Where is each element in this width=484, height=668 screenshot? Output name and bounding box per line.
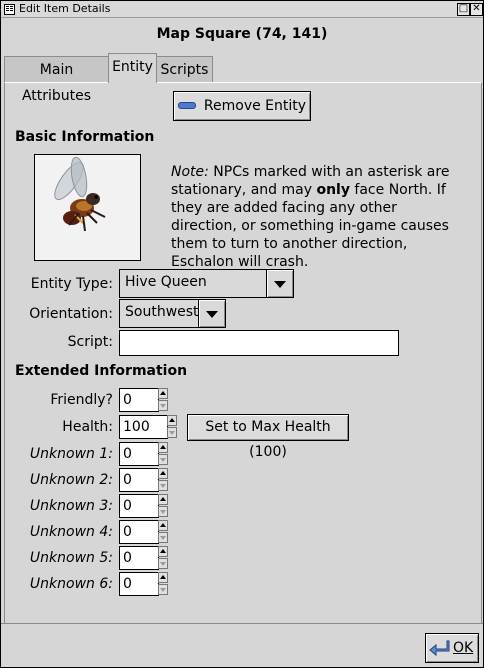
chevron-down-icon[interactable]	[266, 270, 293, 297]
set-max-health-button[interactable]: Set to Max Health (100)	[187, 414, 349, 460]
increment-icon[interactable]	[158, 520, 168, 531]
increment-icon[interactable]	[158, 442, 168, 453]
entity-portrait	[34, 154, 141, 261]
button-bar	[1, 623, 483, 668]
unknown-2-stepper[interactable]: 0	[119, 468, 168, 492]
entity-type-label: Entity Type:	[30, 276, 113, 292]
unknown-2-label: Unknown 2:	[29, 472, 113, 488]
increment-icon[interactable]	[158, 546, 168, 557]
hive-queen-sprite	[54, 156, 106, 232]
orientation-value: Southwest	[125, 304, 199, 320]
friendly-field[interactable]: 0	[119, 388, 159, 412]
unknown-1-field[interactable]: 0	[119, 442, 159, 466]
script-label: Script:	[67, 334, 113, 350]
increment-icon[interactable]	[158, 388, 168, 399]
chevron-down-icon[interactable]	[198, 300, 225, 327]
decrement-icon[interactable]	[158, 400, 168, 411]
minimize-icon[interactable]: □	[457, 3, 470, 16]
entity-type-value: Hive Queen	[125, 274, 207, 290]
increment-icon[interactable]	[167, 415, 177, 426]
remove-entity-button[interactable]: Remove Entity	[173, 91, 311, 121]
stepper-arrows	[158, 442, 169, 466]
stepper-arrows	[158, 468, 169, 492]
window-title: Edit Item Details	[19, 2, 111, 15]
note-bold: only	[316, 182, 350, 198]
unknown-1-stepper[interactable]: 0	[119, 442, 168, 466]
title-bar: Edit Item Details □ ✕	[1, 1, 483, 18]
tab-scripts[interactable]: Scripts	[156, 56, 213, 83]
decrement-icon[interactable]	[158, 558, 168, 569]
health-label: Health:	[62, 419, 113, 435]
entity-type-select[interactable]: Hive Queen	[119, 269, 294, 298]
stepper-arrows	[158, 494, 169, 518]
stepper-arrows	[158, 572, 169, 596]
friendly-stepper[interactable]: 0	[119, 388, 168, 412]
stepper-arrows	[167, 415, 178, 439]
orientation-select[interactable]: Southwest	[119, 299, 226, 328]
orientation-label: Orientation:	[29, 306, 113, 322]
increment-icon[interactable]	[158, 572, 168, 583]
decrement-icon[interactable]	[167, 427, 177, 438]
unknown-5-stepper[interactable]: 0	[119, 546, 168, 570]
unknown-3-field[interactable]: 0	[119, 494, 159, 518]
unknown-2-field[interactable]: 0	[119, 468, 159, 492]
decrement-icon[interactable]	[158, 532, 168, 543]
unknown-6-label: Unknown 6:	[29, 576, 113, 592]
minus-icon	[177, 101, 196, 109]
remove-entity-label: Remove Entity	[203, 98, 307, 114]
unknown-5-field[interactable]: 0	[119, 546, 159, 570]
decrement-icon[interactable]	[158, 480, 168, 491]
app-menu-icon[interactable]	[4, 4, 15, 15]
ok-button[interactable]: OK	[425, 633, 479, 663]
script-input[interactable]	[119, 330, 399, 356]
unknown-5-label: Unknown 5:	[29, 550, 113, 566]
decrement-icon[interactable]	[158, 454, 168, 465]
unknown-3-stepper[interactable]: 0	[119, 494, 168, 518]
tab-entity[interactable]: Entity	[108, 53, 157, 83]
close-icon[interactable]: ✕	[470, 3, 483, 16]
page-title: Map Square (74, 141)	[156, 26, 328, 42]
unknown-3-label: Unknown 3:	[29, 498, 113, 514]
ok-label: OK	[453, 640, 474, 656]
stepper-arrows	[158, 546, 169, 570]
decrement-icon[interactable]	[158, 584, 168, 595]
health-field[interactable]: 100	[119, 415, 168, 439]
orientation-note: Note: NPCs marked with an asterisk are s…	[171, 163, 463, 271]
dialog-window: Edit Item Details □ ✕ Map Square (74, 14…	[0, 0, 484, 668]
stepper-arrows	[158, 520, 169, 544]
unknown-4-label: Unknown 4:	[29, 524, 113, 540]
stepper-arrows	[158, 388, 169, 412]
decrement-icon[interactable]	[158, 506, 168, 517]
friendly-label: Friendly?	[50, 392, 113, 408]
basic-information-heading: Basic Information	[15, 129, 155, 145]
increment-icon[interactable]	[158, 468, 168, 479]
increment-icon[interactable]	[158, 494, 168, 505]
ok-arrow-icon	[429, 640, 450, 657]
extended-information-heading: Extended Information	[15, 363, 188, 379]
unknown-4-stepper[interactable]: 0	[119, 520, 168, 544]
note-lead: Note:	[171, 164, 209, 180]
unknown-6-field[interactable]: 0	[119, 572, 159, 596]
health-stepper[interactable]: 100	[119, 415, 179, 439]
unknown-1-label: Unknown 1:	[29, 446, 113, 462]
tab-main-attributes[interactable]: Main Attributes	[4, 56, 109, 104]
unknown-4-field[interactable]: 0	[119, 520, 159, 544]
unknown-6-stepper[interactable]: 0	[119, 572, 168, 596]
